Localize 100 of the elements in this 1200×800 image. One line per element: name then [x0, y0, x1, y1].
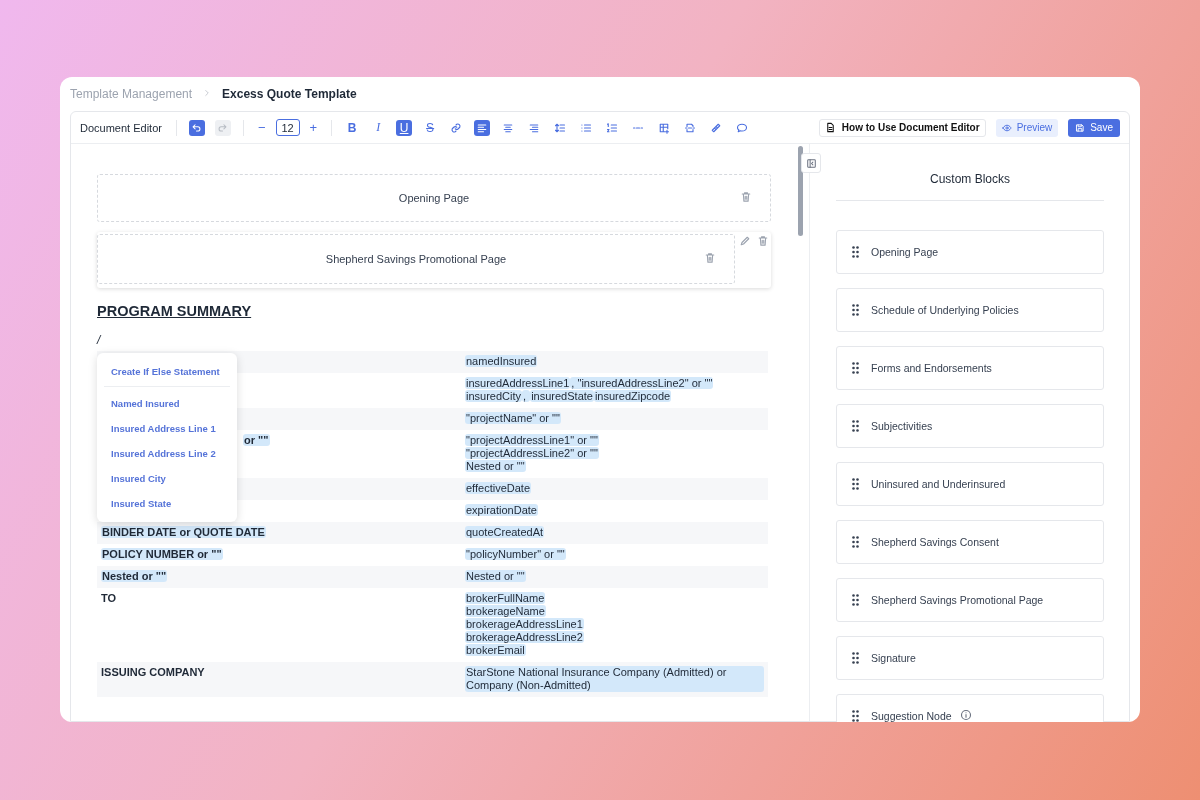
comment-icon [736, 121, 749, 134]
trash-icon [740, 191, 752, 203]
scrollbar[interactable] [797, 146, 803, 236]
align-left-button[interactable] [474, 119, 491, 136]
preview-button[interactable]: Preview [995, 118, 1059, 137]
menu-item[interactable]: Insured Address Line 1 [97, 416, 237, 441]
numbered-list-icon [606, 121, 619, 134]
variable-tag: StarStone National Insurance Company (Admitted) or Company (Non-Admitted) [465, 666, 764, 692]
strike-button[interactable]: S [422, 119, 439, 136]
variable-tag: "policyNumber" or "" [465, 548, 566, 560]
breadcrumb-item[interactable]: Template Management [70, 87, 193, 101]
content-block[interactable]: Shepherd Savings Promotional Page [97, 234, 735, 284]
field-label-tag: or "" [243, 434, 270, 446]
drag-handle-icon [852, 710, 859, 722]
section-heading: PROGRAM SUMMARY [97, 303, 252, 319]
block-name: Forms and Endorsements [871, 362, 992, 374]
font-size-field[interactable]: 12 [275, 119, 300, 136]
custom-block-item[interactable]: Schedule of Underlying Policies [836, 288, 1104, 332]
help-button[interactable]: How to Use Document Editor [818, 118, 986, 137]
panel-title: Custom Blocks [836, 144, 1104, 201]
drag-handle-icon [852, 652, 859, 664]
block-name: Schedule of Underlying Policies [871, 304, 1019, 316]
slash-command: / [97, 333, 102, 349]
link-icon [450, 121, 463, 134]
field-label: TO [101, 592, 117, 604]
variable-tag: brokerageName [465, 605, 546, 617]
variable-tag: Nested or "" [465, 570, 526, 582]
block-name: Shepherd Savings Consent [871, 536, 999, 548]
eye-icon [1001, 122, 1012, 133]
save-icon [1075, 122, 1086, 133]
variable-tag: insuredAddressLine1 [465, 377, 571, 389]
align-center-icon [502, 121, 515, 134]
menu-item[interactable]: Create If Else Statement [97, 359, 237, 384]
block-name: Subjectivities [871, 420, 933, 432]
drag-handle-icon [852, 304, 859, 316]
page-break-icon [684, 121, 697, 134]
block-name: Suggestion Node [871, 710, 952, 722]
editor-title: Document Editor [80, 121, 162, 134]
custom-block-item[interactable]: Uninsured and Underinsured [836, 462, 1104, 506]
block-title: Opening Page [398, 192, 470, 204]
menu-item[interactable]: Named Insured [97, 391, 237, 416]
variable-tag: , "insuredAddressLine2" or "" [570, 377, 714, 389]
bullet-list-icon [580, 121, 593, 134]
variable-tag: "projectAddressLine2" or "" [465, 447, 599, 459]
menu-item[interactable]: Insured City [97, 466, 237, 491]
save-button[interactable]: Save [1068, 118, 1120, 137]
drag-handle-icon [852, 362, 859, 374]
custom-block-item[interactable]: Suggestion Node [836, 694, 1104, 722]
variable-tag: effectiveDate [465, 482, 531, 494]
variable-tag: insuredState [530, 390, 594, 402]
redo-icon [217, 122, 229, 133]
content-block[interactable]: Opening Page [97, 174, 771, 222]
drag-handle-icon [852, 536, 859, 548]
bold-button[interactable]: B [344, 119, 361, 136]
line-height-icon [554, 121, 567, 134]
collapse-panel-button[interactable] [801, 153, 821, 173]
panel-icon [805, 157, 817, 169]
custom-block-item[interactable]: Opening Page [836, 230, 1104, 274]
drag-handle-icon [852, 594, 859, 606]
drag-handle-icon [852, 420, 859, 432]
increase-size-button[interactable]: + [305, 120, 322, 135]
variable-tag: brokerEmail [465, 644, 526, 656]
custom-block-item[interactable]: Shepherd Savings Consent [836, 520, 1104, 564]
document-icon [824, 122, 836, 133]
align-left-icon [476, 121, 489, 134]
variable-tag: brokerageAddressLine2 [465, 631, 584, 643]
trash-icon [757, 235, 769, 247]
info-icon [959, 709, 972, 721]
undo-button[interactable] [188, 119, 205, 136]
field-label-tag: BINDER DATE or QUOTE DATE [101, 526, 266, 538]
variable-tag: brokerFullName [465, 592, 546, 604]
variable-tag: quoteCreatedAt [465, 526, 545, 538]
block-title: Shepherd Savings Promotional Page [325, 253, 507, 265]
variable-tag: brokerageAddressLine1 [465, 618, 584, 630]
trash-icon [704, 252, 716, 264]
field-label: ISSUING COMPANY [101, 666, 205, 678]
italic-button[interactable]: I [370, 119, 387, 136]
field-label-tag: Nested or "" [101, 570, 168, 582]
block-name: Uninsured and Underinsured [871, 478, 1006, 490]
custom-block-item[interactable]: Forms and Endorsements [836, 346, 1104, 390]
block-name: Shepherd Savings Promotional Page [871, 594, 1044, 606]
custom-block-item[interactable]: Shepherd Savings Promotional Page [836, 578, 1104, 622]
block-name: Signature [871, 652, 916, 664]
menu-item[interactable]: Insured State [97, 491, 237, 516]
drag-handle-icon [852, 478, 859, 490]
variable-tag: insuredZipcode [593, 390, 672, 402]
undo-icon [191, 122, 203, 133]
underline-button[interactable]: U [396, 119, 413, 136]
custom-block-item[interactable]: Signature [836, 636, 1104, 680]
align-right-icon [528, 121, 541, 134]
ruler-icon [710, 121, 723, 134]
variable-tag: Nested or "" [465, 460, 526, 472]
pencil-icon [739, 235, 751, 247]
breadcrumb-item: Excess Quote Template [222, 87, 357, 101]
menu-item[interactable]: Insured Address Line 2 [97, 441, 237, 466]
variable-tag: expirationDate [465, 504, 538, 516]
variable-tag: "projectAddressLine1" or "" [465, 434, 599, 446]
variable-tag: "projectName" or "" [465, 412, 561, 424]
custom-block-item[interactable]: Subjectivities [836, 404, 1104, 448]
decrease-size-button[interactable]: − [253, 120, 270, 135]
